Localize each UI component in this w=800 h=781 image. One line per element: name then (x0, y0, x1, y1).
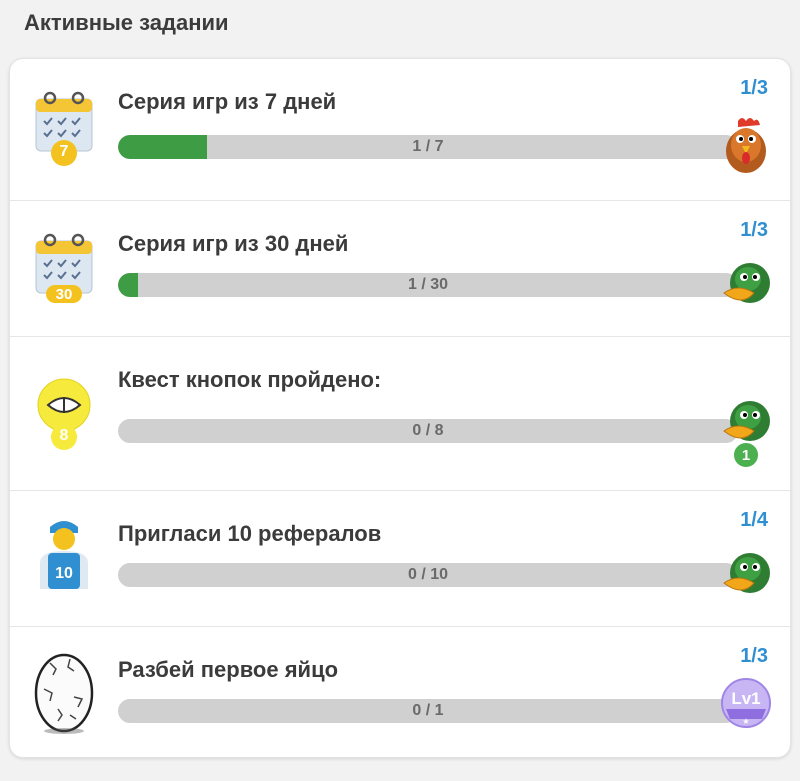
quest-counter: 1/3 (740, 219, 768, 241)
level-badge-icon: ★ Lv1 (720, 677, 772, 737)
quest-title: Квест кнопок пройдено: (118, 367, 382, 392)
calendar-icon: 7 (30, 89, 100, 169)
progress-text: 0 / 8 (412, 422, 444, 439)
reward-count-text: 1 (741, 447, 751, 464)
level-label: Lv1 (731, 689, 761, 708)
progress-bar: 0 / 10 (118, 563, 738, 587)
quest-list: 7 Серия игр из 7 дней 1/3 1 / 7 30 Серия… (9, 58, 791, 758)
quest-row[interactable]: 30 Серия игр из 30 дней 1/3 1 / 30 (10, 201, 790, 337)
svg-text:★: ★ (742, 717, 749, 726)
quest-counter: 1/4 (740, 509, 768, 531)
egg-icon (30, 649, 100, 734)
duck-icon (720, 255, 772, 315)
progress-bar: 0 / 8 (118, 419, 738, 443)
quest-title: Серия игр из 30 дней (118, 231, 349, 256)
quest-row[interactable]: 10 Пригласи 10 рефералов 1/4 0 / 10 (10, 491, 790, 627)
user-icon: 10 (30, 519, 100, 599)
rooster-icon (720, 115, 772, 175)
reward-count-badge: 1 (732, 441, 760, 469)
progress-bar: 0 / 1 (118, 699, 738, 723)
progress-bar: 1 / 7 (118, 135, 738, 159)
progress-text: 0 / 10 (407, 566, 449, 583)
progress-text: 1 / 30 (407, 276, 449, 293)
page: Активные задании 7 Серия игр из 7 дней 1… (0, 0, 800, 781)
icon-badge: 8 (59, 427, 69, 444)
progress-text: 0 / 1 (412, 702, 444, 719)
quest-title: Серия игр из 7 дней (118, 89, 337, 114)
progress-text: 1 / 7 (412, 138, 444, 155)
quest-row[interactable]: Разбей первое яйцо 1/3 0 / 1 ★ Lv1 (10, 627, 790, 757)
calendar-icon: 30 (30, 231, 100, 311)
duck-icon (720, 545, 772, 605)
quest-counter: 1/3 (740, 645, 768, 667)
quest-row[interactable]: 7 Серия игр из 7 дней 1/3 1 / 7 (10, 59, 790, 201)
icon-badge: 10 (55, 565, 73, 582)
quest-row[interactable]: 8 Квест кнопок пройдено: 0 / 8 1 (10, 337, 790, 491)
quest-title: Пригласи 10 рефералов (118, 521, 382, 546)
progress-bar: 1 / 30 (118, 273, 738, 297)
icon-badge: 30 (55, 286, 73, 303)
eye-bulb-icon: 8 (30, 377, 100, 457)
quest-counter: 1/3 (740, 77, 768, 99)
quest-title: Разбей первое яйцо (118, 657, 339, 682)
icon-badge: 7 (59, 143, 69, 160)
section-title: Активные задании (24, 10, 229, 35)
